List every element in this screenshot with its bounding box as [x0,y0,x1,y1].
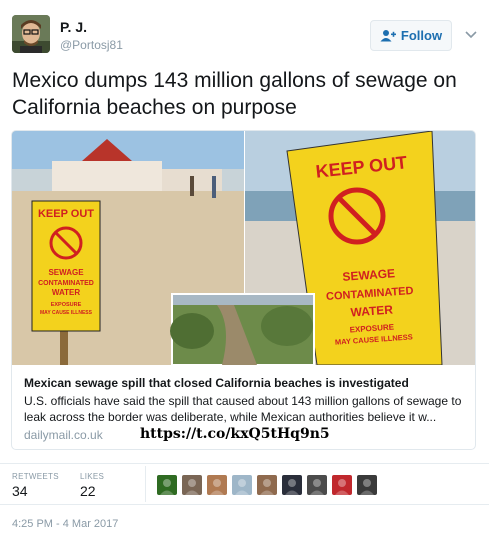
author-avatar-image [12,15,50,53]
stats-divider-top [0,463,489,464]
likes-label[interactable]: LIKES [80,472,104,481]
red-logo-avatar[interactable] [332,475,352,495]
author-name[interactable]: P. J. [60,19,87,35]
chevron-down-icon[interactable] [465,30,477,40]
left-sign-illness: MAY CAUSE ILLNESS [40,310,93,316]
author-avatar[interactable] [12,15,50,53]
left-sign-sewage: SEWAGE [48,268,84,277]
tweet-timestamp[interactable]: 4:25 PM - 4 Mar 2017 [12,518,118,530]
dark-avatar[interactable] [357,475,377,495]
left-sign-exposure: EXPOSURE [51,302,82,308]
man-avatar[interactable] [257,475,277,495]
tweet-text: Mexico dumps 143 million gallons of sewa… [12,69,457,119]
author-handle[interactable]: @Portosj81 [60,38,123,52]
right-sign-water: WATER [350,303,394,320]
card-title[interactable]: Mexican sewage spill that closed Califor… [24,376,469,390]
hat-man-avatar[interactable] [307,475,327,495]
left-sign-contaminated: CONTAMINATED [38,280,94,287]
retweets-count[interactable]: 34 [12,483,28,499]
card-image: KEEP OUT SEWAGE CONTAMINATED WATER EXPOS… [12,131,475,365]
short-link[interactable]: https://t.co/kxQ5tHq9n5 [140,426,330,442]
card-description: U.S. officials have said the spill that … [24,394,462,424]
link-preview-card[interactable]: KEEP OUT SEWAGE CONTAMINATED WATER EXPOS… [11,130,476,450]
crowd-avatar[interactable] [182,475,202,495]
green-alien-avatar[interactable] [157,475,177,495]
retweets-label[interactable]: RETWEETS [12,472,59,481]
stats-divider-bottom [0,504,489,505]
follow-person-icon [380,30,396,42]
skull-avatar[interactable] [282,475,302,495]
woman-avatar[interactable] [207,475,227,495]
card-domain: dailymail.co.uk [24,428,103,442]
stats-separator [145,466,146,502]
tweet-card: P. J. @Portosj81 Follow Mexico dumps 143… [0,0,489,545]
follow-button-label: Follow [400,28,443,43]
follow-button[interactable]: Follow [370,20,452,51]
likers-avatar-list [157,475,377,495]
beach-avatar[interactable] [232,475,252,495]
left-sign-water: WATER [52,288,81,297]
likes-count[interactable]: 22 [80,483,96,499]
left-sign-keep-out: KEEP OUT [38,208,94,220]
